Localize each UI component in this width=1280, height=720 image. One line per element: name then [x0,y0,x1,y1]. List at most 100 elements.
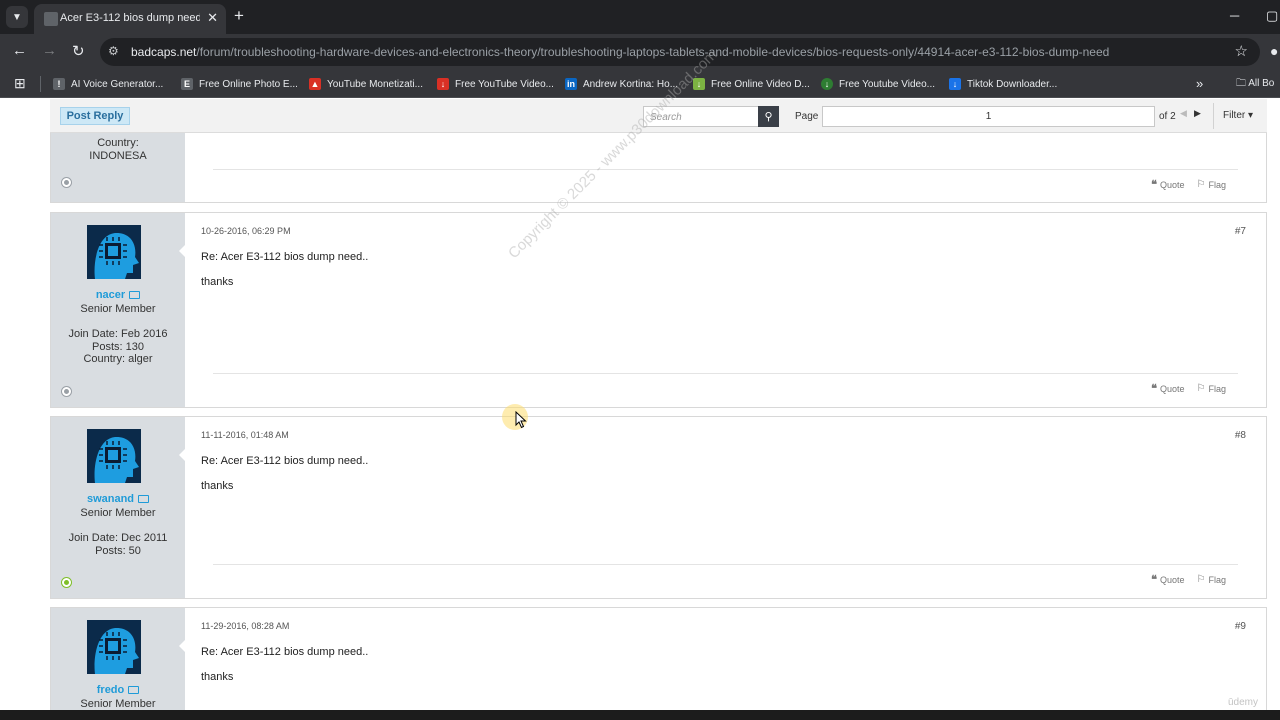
forward-arrow-icon[interactable]: → [42,42,57,59]
page-viewport: Post Reply Search ⚲ Page 1 of 2 ◀ ▶ Filt… [0,99,1280,710]
tiktok-downloader-icon: ↓ [949,78,961,90]
user-country-label: Country: [97,137,139,149]
username: nacer [95,289,126,301]
forum-post: fredo Senior Member 11-29-2016, 08:28 AM… [50,607,1267,710]
minimize-icon[interactable]: ─ [1230,8,1239,23]
tab-search-button[interactable]: ▼ [6,6,28,28]
online-status-icon [62,578,71,587]
new-tab-plus-icon[interactable]: + [234,6,244,26]
bookmark-label: Free YouTube Video... [455,78,554,90]
user-avatar[interactable] [87,225,141,279]
bookmark-label: AI Voice Generator... [71,78,164,90]
photo-editor-icon: E [181,78,193,90]
username: swanand [86,493,135,505]
toolbar-divider [1213,103,1214,129]
site-info-icon[interactable]: ⚙ [108,44,119,58]
user-country: INDONESA [89,150,147,162]
page-number-input[interactable]: 1 [822,106,1155,127]
post-text: thanks [201,276,234,288]
bookmark-star-icon[interactable]: ☆ [1235,42,1248,60]
bookmark-item[interactable]: ▲ YouTube Monetizati... [309,76,423,92]
url-path: /forum/troubleshooting-hardware-devices-… [196,45,1110,59]
quote-button[interactable]: ❝ Quote [1151,573,1184,586]
bookmark-item[interactable]: E Free Online Photo E... [181,76,298,92]
quote-label: Quote [1159,179,1185,190]
quote-icon: ❝ [1151,574,1157,586]
bookmark-item[interactable]: ↓ Free Youtube Video... [821,76,935,92]
flag-label: Flag [1208,179,1226,190]
forum-post: swanand Senior Member Join Date: Dec 201… [50,416,1267,599]
bookmark-label: Tiktok Downloader... [967,78,1058,90]
post-date: 11-11-2016, 01:48 AM [201,430,289,440]
quote-label: Quote [1159,383,1185,394]
reload-icon[interactable]: ↻ [72,42,85,60]
post-number-link[interactable]: #7 [1235,226,1246,237]
bookmark-item[interactable]: ↓ Tiktok Downloader... [949,76,1057,92]
user-join-date: Join Date: Feb 2016 [68,328,168,340]
profile-icon[interactable]: ● [1270,43,1278,59]
prev-page-icon[interactable]: ◀ [1180,108,1187,119]
user-avatar[interactable] [87,620,141,674]
bookmark-item[interactable]: ↓ Free YouTube Video... [437,76,554,92]
mouse-pointer-icon [515,411,527,429]
user-avatar[interactable] [87,429,141,483]
search-button[interactable]: ⚲ [758,106,779,127]
maximize-icon[interactable]: ▢ [1266,8,1278,24]
username-link[interactable]: swanand [51,493,185,505]
post-date: 10-26-2016, 06:29 PM [201,226,291,236]
bookmark-item[interactable]: ! AI Voice Generator... [53,76,163,92]
offline-status-icon [62,178,71,187]
user-post-count: Posts: 50 [95,545,141,557]
active-tab[interactable]: Acer E3-112 bios dump need.. ✕ [34,4,226,34]
flag-icon: ⚐ [1196,574,1206,585]
next-page-icon[interactable]: ▶ [1194,108,1201,119]
flag-button[interactable]: ⚐ Flag [1197,573,1226,586]
post-date: 11-29-2016, 08:28 AM [201,621,290,631]
post-number-link[interactable]: #9 [1235,621,1246,632]
bookmark-label: YouTube Monetizati... [327,78,423,90]
post-number-link[interactable]: #8 [1235,430,1246,441]
tab-strip: ▼ Acer E3-112 bios dump need.. ✕ + ─ ▢ [0,0,1280,34]
quote-icon: ❝ [1151,383,1157,395]
url-text[interactable]: badcaps.net/forum/troubleshooting-hardwa… [131,45,1109,59]
bookmark-item[interactable]: in Andrew Kortina: Ho... [565,76,678,92]
close-tab-icon[interactable]: ✕ [207,10,218,26]
page-total: of 2 [1159,111,1176,122]
user-info-panel: swanand Senior Member Join Date: Dec 201… [51,417,185,598]
username-link[interactable]: nacer [51,289,185,301]
flag-icon: ⚐ [1196,383,1206,394]
post-body: 11-11-2016, 01:48 AM #8 Re: Acer E3-112 … [179,417,1266,598]
more-bookmarks-icon[interactable]: » [1196,76,1203,91]
message-icon[interactable] [129,291,141,300]
flag-button[interactable]: ⚐ Flag [1197,382,1226,395]
user-join-date: Join Date: Dec 2011 [68,532,168,544]
youtube-download-icon: ↓ [437,78,449,90]
address-bar[interactable]: ⚙ badcaps.net/forum/troubleshooting-hard… [100,38,1260,66]
bookmarks-divider [40,76,41,92]
search-icon: ⚲ [764,111,773,123]
user-info-panel: nacer Senior Member Join Date: Feb 2016 … [51,213,185,407]
apps-grid-icon[interactable]: ⊞ [14,75,26,92]
bookmark-label: Free Online Video D... [711,78,810,90]
post-reply-button[interactable]: Post Reply [60,107,130,125]
bookmarks-bar: ⊞ ! AI Voice Generator... E Free Online Ph… [0,70,1280,98]
bookmark-item[interactable]: ↓ Free Online Video D... [693,76,810,92]
flag-button[interactable]: ⚐ Flag [1197,178,1226,191]
username-link[interactable]: fredo [51,684,185,696]
tab-title: Acer E3-112 bios dump need.. [60,12,200,24]
back-arrow-icon[interactable]: ← [12,42,27,59]
message-icon[interactable] [128,686,140,695]
os-taskbar [0,710,1280,720]
username: fredo [96,684,125,696]
quote-button[interactable]: ❝ Quote [1151,178,1184,191]
message-icon[interactable] [138,495,150,504]
user-info-panel: fredo Senior Member [51,608,185,710]
quote-icon: ❝ [1151,179,1157,191]
quote-button[interactable]: ❝ Quote [1151,382,1184,395]
all-bookmarks-folder[interactable]: 🗀 All Bo [1236,76,1274,93]
user-rank: Senior Member [80,303,156,315]
page-label: Page [795,111,819,122]
filter-dropdown[interactable]: Filter ▾ [1223,110,1253,121]
flag-label: Flag [1208,383,1226,394]
chip-head-avatar-icon [87,429,141,483]
